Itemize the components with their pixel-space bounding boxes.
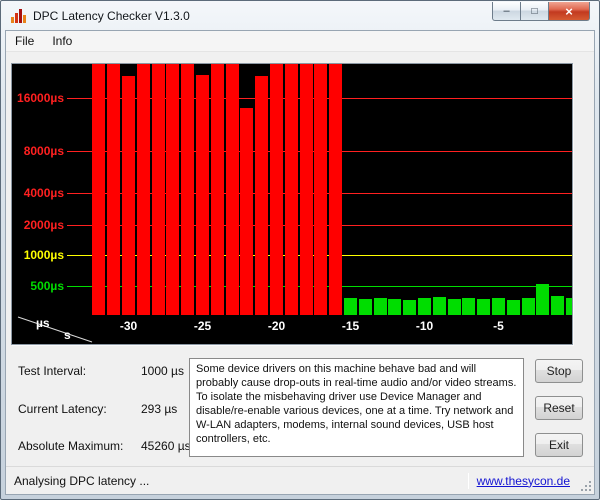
latency-bar — [329, 64, 343, 315]
diagnostic-message: Some device drivers on this machine beha… — [189, 358, 524, 457]
latency-bar — [477, 298, 491, 315]
latency-bar — [536, 284, 550, 315]
latency-bar — [196, 75, 209, 315]
status-separator — [467, 472, 469, 489]
latency-bar — [151, 64, 165, 315]
window-title: DPC Latency Checker V1.3.0 — [33, 8, 190, 23]
test-interval-label: Test Interval: — [18, 364, 87, 378]
x-axis-tick: -5 — [493, 319, 504, 333]
latency-bar — [388, 298, 402, 315]
current-latency-value: 293 µs — [141, 402, 178, 416]
axis-unit-corner: µs s — [12, 315, 94, 344]
latency-bar — [447, 299, 461, 315]
latency-bar — [92, 64, 106, 315]
minimize-icon: – — [503, 5, 510, 17]
resize-grip[interactable] — [579, 479, 593, 493]
status-text: Analysing DPC latency ... — [14, 473, 150, 488]
latency-bar — [299, 64, 313, 315]
latency-bar — [225, 64, 239, 315]
latency-bar — [136, 64, 150, 315]
y-axis-label-1000us: 1000µs — [23, 248, 64, 262]
x-axis-tick: -15 — [341, 319, 360, 333]
app-icon — [11, 8, 26, 23]
latency-bar — [181, 64, 195, 315]
latency-bar — [210, 64, 224, 315]
current-latency-label: Current Latency: — [18, 402, 107, 416]
latency-bar — [284, 64, 298, 315]
y-axis-label-16000us: 16000µs — [17, 91, 64, 105]
y-axis-label-500us: 500µs — [30, 279, 64, 293]
latency-bar — [403, 299, 417, 315]
latency-bar — [122, 75, 135, 315]
titlebar[interactable]: DPC Latency Checker V1.3.0 – □ × — [1, 1, 599, 30]
test-interval-value: 1000 µs — [141, 364, 184, 378]
latency-bar — [240, 108, 254, 315]
y-axis-label-2000us: 2000µs — [23, 218, 64, 232]
absolute-maximum-label: Absolute Maximum: — [18, 439, 124, 453]
y-axis-label-4000us: 4000µs — [23, 186, 64, 200]
latency-bar — [418, 298, 431, 315]
x-axis-tick: -25 — [193, 319, 212, 333]
latency-bar — [358, 299, 372, 315]
close-button[interactable]: × — [549, 2, 590, 21]
maximize-button[interactable]: □ — [521, 2, 549, 21]
x-unit-label: s — [64, 328, 71, 342]
latency-bar — [107, 64, 121, 315]
absolute-maximum-value: 45260 µs — [141, 439, 191, 453]
app-window: DPC Latency Checker V1.3.0 – □ × File In… — [0, 0, 600, 500]
exit-button[interactable]: Exit — [535, 433, 583, 457]
latency-bar — [373, 297, 387, 315]
menu-item-info[interactable]: Info — [43, 31, 81, 51]
reset-button[interactable]: Reset — [535, 396, 583, 420]
x-axis-tick: -30 — [119, 319, 138, 333]
minimize-button[interactable]: – — [492, 2, 521, 21]
latency-bar — [521, 298, 535, 315]
latency-bar — [551, 295, 565, 315]
stop-button[interactable]: Stop — [535, 359, 583, 383]
latency-bar — [506, 299, 520, 315]
thesycon-link[interactable]: www.thesycon.de — [477, 474, 570, 488]
x-axis-tick: -10 — [415, 319, 434, 333]
status-bar: Analysing DPC latency ... www.thesycon.d… — [6, 466, 594, 494]
chart-x-axis: µs s -30 -25 -20 -15 -10 -5 — [12, 315, 572, 344]
maximize-icon: □ — [531, 5, 538, 17]
latency-bar — [270, 64, 283, 315]
latency-bar — [314, 64, 328, 315]
latency-bar — [462, 298, 476, 315]
latency-bar — [566, 298, 572, 315]
menu-item-file[interactable]: File — [6, 31, 43, 51]
axis-diagonal — [17, 316, 93, 343]
latency-chart: 16000µs 8000µs 4000µs 2000µs 1000µs 500µs µs … — [11, 63, 573, 345]
latency-bar — [432, 297, 446, 315]
latency-bar — [166, 64, 180, 315]
latency-bar — [492, 297, 505, 315]
latency-bar — [344, 298, 357, 315]
chart-plot-area: 16000µs 8000µs 4000µs 2000µs 1000µs 500µs — [12, 64, 572, 315]
close-icon: × — [565, 3, 573, 19]
y-unit-label: µs — [36, 316, 50, 330]
menu-bar: File Info — [6, 31, 594, 52]
x-axis-tick: -20 — [267, 319, 286, 333]
window-content: File Info 16000µs 8000µs 4000µs 2000µs 1000µ… — [5, 30, 595, 495]
window-controls: – □ × — [492, 2, 590, 21]
latency-bar — [255, 75, 269, 315]
y-axis-label-8000us: 8000µs — [23, 144, 64, 158]
